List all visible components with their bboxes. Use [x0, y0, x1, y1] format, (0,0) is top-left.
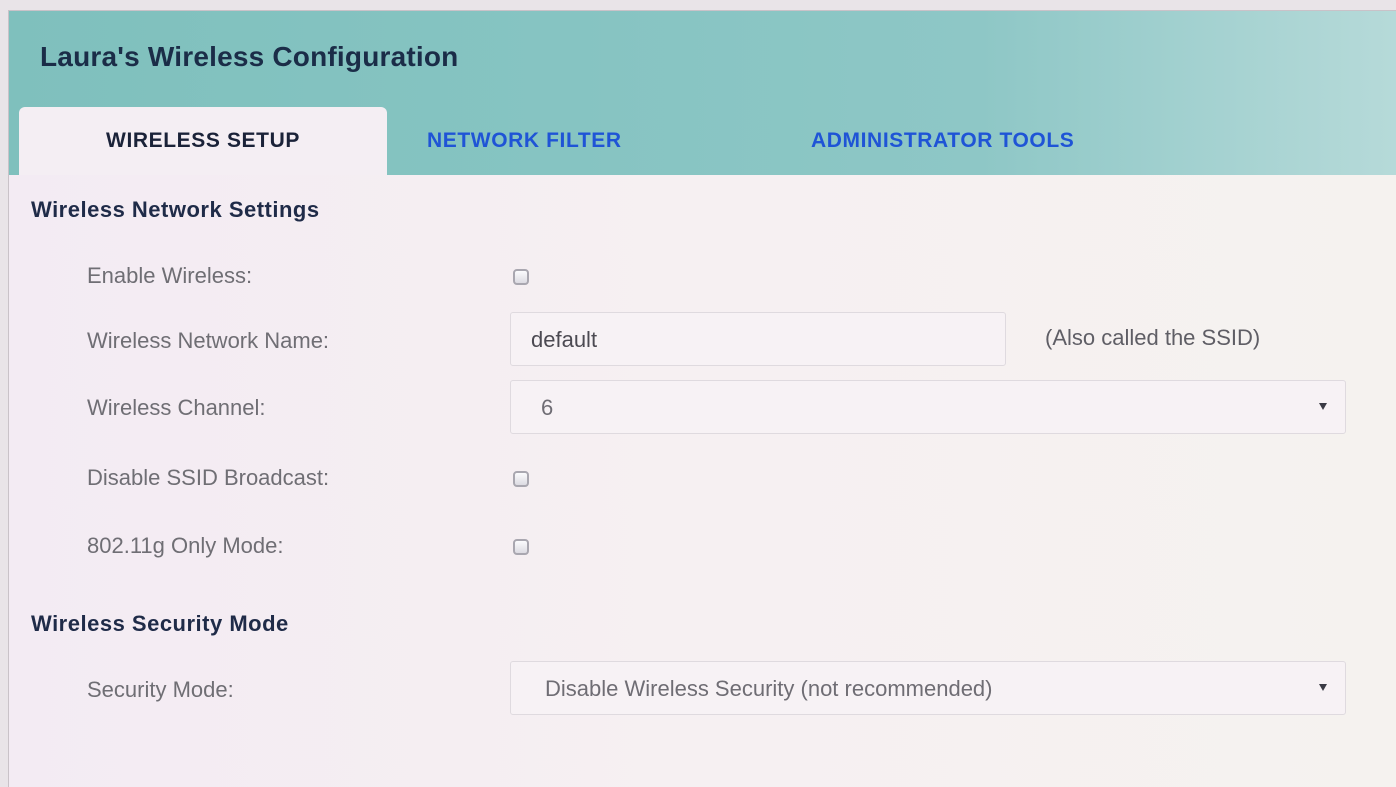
chevron-down-icon — [1319, 684, 1327, 691]
channel-value: 6 — [541, 395, 554, 420]
security-mode-value: Disable Wireless Security (not recommend… — [545, 676, 993, 701]
enable-wireless-checkbox[interactable] — [513, 269, 529, 285]
tab-wireless-setup[interactable]: WIRELESS SETUP — [19, 107, 387, 175]
tab-network-filter[interactable]: NETWORK FILTER — [427, 107, 622, 175]
g-only-mode-label: 802.11g Only Mode: — [87, 533, 284, 558]
tab-administrator-tools[interactable]: ADMINISTRATOR TOOLS — [811, 107, 1074, 175]
enable-wireless-label: Enable Wireless: — [87, 263, 253, 288]
disable-ssid-broadcast-checkbox[interactable] — [513, 471, 529, 487]
ssid-hint: (Also called the SSID) — [1045, 325, 1261, 350]
disable-ssid-broadcast-label: Disable SSID Broadcast: — [87, 465, 330, 490]
g-only-mode-checkbox[interactable] — [513, 539, 529, 555]
config-window: Laura's Wireless Configuration WIRELESS … — [8, 10, 1396, 787]
page-title: Laura's Wireless Configuration — [40, 41, 459, 72]
chevron-down-icon — [1319, 403, 1327, 410]
security-mode-label: Security Mode: — [87, 677, 234, 702]
network-name-input[interactable]: default — [510, 312, 1006, 366]
security-mode-select[interactable]: Disable Wireless Security (not recommend… — [510, 661, 1346, 715]
tab-content-panel: Wireless Network Settings Enable Wireles… — [9, 175, 1396, 787]
network-name-label: Wireless Network Name: — [87, 328, 330, 353]
section-heading-network-settings: Wireless Network Settings — [31, 197, 320, 222]
channel-label: Wireless Channel: — [87, 395, 266, 420]
header-bar: Laura's Wireless Configuration WIRELESS … — [9, 11, 1396, 175]
section-heading-security-mode: Wireless Security Mode — [31, 611, 289, 636]
channel-select[interactable]: 6 — [510, 380, 1346, 434]
